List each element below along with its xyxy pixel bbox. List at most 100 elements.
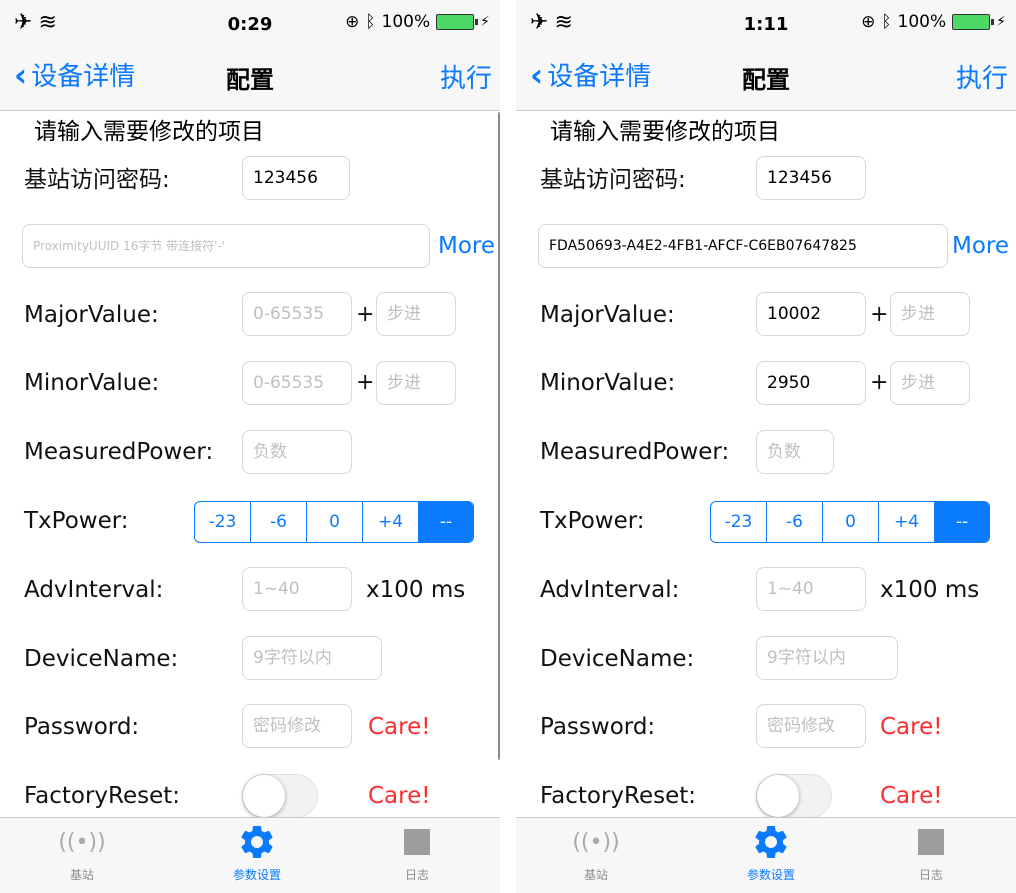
minor-step-input[interactable]: 步进 — [376, 361, 456, 405]
tab-label: 参数设置 — [232, 868, 281, 882]
factory-reset-label: FactoryReset: — [540, 783, 697, 809]
more-button[interactable]: More — [952, 233, 1009, 259]
device-name-label: DeviceName: — [540, 646, 695, 672]
execute-button[interactable]: 执行 — [440, 58, 492, 95]
measured-power-label: MeasuredPower: — [24, 439, 214, 465]
navigation-bar: ‹ 设备详情 配置 执行 — [516, 46, 1016, 111]
tab-log[interactable]: 日志 — [871, 818, 991, 883]
measured-power-input[interactable]: 负数 — [242, 430, 352, 474]
txpower-option-minus6[interactable]: -6 — [251, 502, 307, 542]
access-password-label: 基站访问密码: — [24, 167, 170, 193]
alarm-icon: ⊕ — [345, 12, 360, 32]
reset-care-warning: Care! — [880, 783, 943, 809]
broadcast-icon: ((•)) — [572, 829, 620, 855]
execute-button[interactable]: 执行 — [956, 58, 1008, 95]
uuid-input[interactable]: ProximityUUID 16字节 带连接符'-' — [22, 224, 430, 268]
new-password-input[interactable]: 密码修改 — [242, 704, 352, 748]
device-name-input[interactable]: 9字符以内 — [242, 636, 382, 680]
tab-base-station[interactable]: ((•)) 基站 — [22, 818, 142, 883]
major-step-input[interactable]: 步进 — [376, 292, 456, 336]
txpower-option-0[interactable]: 0 — [823, 502, 879, 542]
status-right: ⊕ ᛒ 100% ⚡ — [861, 12, 1006, 32]
tab-base-station[interactable]: ((•)) 基站 — [536, 818, 656, 883]
access-password-label: 基站访问密码: — [540, 167, 686, 193]
broadcast-icon: ((•)) — [58, 829, 106, 855]
txpower-option-minus23[interactable]: -23 — [195, 502, 251, 542]
new-password-label: Password: — [24, 714, 140, 740]
measured-power-label: MeasuredPower: — [540, 439, 730, 465]
minor-step-placeholder: 步进 — [387, 373, 421, 393]
bluetooth-icon: ᛒ — [881, 12, 892, 32]
txpower-option-none[interactable]: -- — [935, 502, 989, 542]
access-password-input[interactable]: 123456 — [242, 156, 350, 200]
adv-interval-input[interactable]: 1~40 — [242, 567, 352, 611]
battery-icon — [952, 14, 995, 30]
major-label: MajorValue: — [540, 302, 675, 328]
device-name-input[interactable]: 9字符以内 — [756, 636, 898, 680]
back-button[interactable]: ‹ 设备详情 — [14, 56, 135, 93]
txpower-option-minus6[interactable]: -6 — [767, 502, 823, 542]
major-placeholder: 0-65535 — [253, 304, 325, 324]
measured-power-placeholder: 负数 — [767, 442, 801, 462]
tab-label: 基站 — [69, 868, 94, 882]
major-step-placeholder: 步进 — [901, 304, 935, 324]
uuid-placeholder: ProximityUUID 16字节 带连接符'-' — [33, 239, 226, 253]
minor-input[interactable]: 2950 — [756, 361, 866, 405]
txpower-option-none[interactable]: -- — [419, 502, 473, 542]
charging-icon: ⚡ — [996, 14, 1006, 30]
tab-log[interactable]: 日志 — [357, 818, 477, 883]
txpower-option-plus4[interactable]: +4 — [363, 502, 419, 542]
tab-label: 日志 — [404, 868, 429, 882]
battery-percent: 100% — [381, 12, 431, 32]
tab-settings[interactable]: 参数设置 — [197, 818, 317, 883]
tab-label: 日志 — [918, 868, 943, 882]
minor-label: MinorValue: — [540, 370, 676, 396]
txpower-option-minus23[interactable]: -23 — [711, 502, 767, 542]
bluetooth-icon: ᛒ — [365, 12, 376, 32]
factory-reset-toggle[interactable] — [756, 774, 832, 818]
adv-interval-input[interactable]: 1~40 — [756, 567, 866, 611]
txpower-option-0[interactable]: 0 — [307, 502, 363, 542]
new-password-placeholder: 密码修改 — [767, 716, 835, 736]
status-bar: ✈≋ 0:29 ⊕ ᛒ 100% ⚡ — [0, 0, 500, 46]
phone-screen-right: ✈≋ 1:11 ⊕ ᛒ 100% ⚡ ‹ 设备详情 配置 执行 请输入需要修改的… — [516, 0, 1016, 893]
back-label: 设备详情 — [547, 62, 652, 92]
tab-settings[interactable]: 参数设置 — [711, 818, 831, 883]
gear-icon — [241, 825, 273, 858]
toggle-knob — [757, 775, 799, 817]
new-password-input[interactable]: 密码修改 — [756, 704, 866, 748]
battery-icon — [436, 14, 479, 30]
back-button[interactable]: ‹ 设备详情 — [530, 56, 651, 93]
txpower-option-plus4[interactable]: +4 — [879, 502, 935, 542]
measured-power-input[interactable]: 负数 — [756, 430, 834, 474]
square-icon — [918, 829, 944, 855]
new-password-placeholder: 密码修改 — [253, 716, 321, 736]
chevron-left-icon: ‹ — [530, 55, 544, 94]
txpower-label: TxPower: — [24, 508, 129, 534]
tab-label: 基站 — [583, 868, 608, 882]
adv-interval-placeholder: 1~40 — [253, 579, 300, 599]
device-name-placeholder: 9字符以内 — [767, 648, 846, 668]
minor-step-input[interactable]: 步进 — [890, 361, 970, 405]
new-password-label: Password: — [540, 714, 656, 740]
more-button[interactable]: More — [438, 233, 495, 259]
toggle-knob — [243, 775, 285, 817]
minor-input[interactable]: 0-65535 — [242, 361, 352, 405]
factory-reset-toggle[interactable] — [242, 774, 318, 818]
square-icon — [404, 829, 430, 855]
major-input[interactable]: 10002 — [756, 292, 866, 336]
uuid-input[interactable]: FDA50693-A4E2-4FB1-AFCF-C6EB07647825 — [538, 224, 948, 268]
major-step-placeholder: 步进 — [387, 304, 421, 324]
navigation-bar: ‹ 设备详情 配置 执行 — [0, 46, 500, 111]
minor-step-placeholder: 步进 — [901, 373, 935, 393]
major-step-input[interactable]: 步进 — [890, 292, 970, 336]
tab-bar: ((•)) 基站 参数设置 日志 — [0, 817, 500, 893]
measured-power-placeholder: 负数 — [253, 442, 287, 462]
major-input[interactable]: 0-65535 — [242, 292, 352, 336]
section-title: 请输入需要修改的项目 — [550, 119, 780, 145]
scrollbar[interactable] — [498, 112, 500, 760]
adv-interval-unit: x100 ms — [366, 577, 466, 603]
minor-plus: + — [870, 370, 889, 395]
adv-interval-label: AdvInterval: — [540, 577, 680, 603]
access-password-input[interactable]: 123456 — [756, 156, 866, 200]
